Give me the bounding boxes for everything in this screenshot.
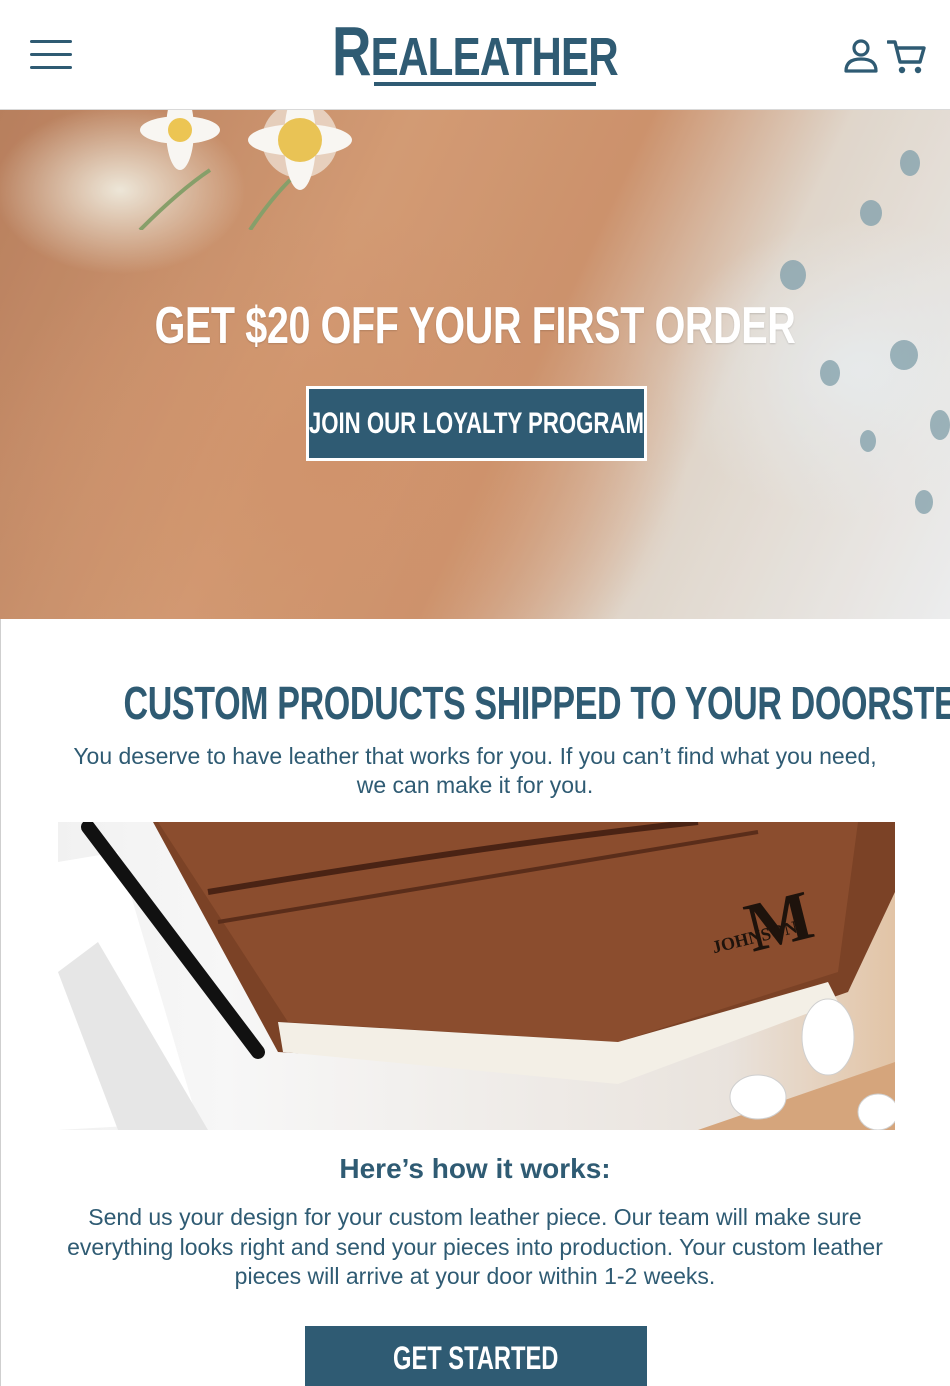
site-header: REALEATHER — [0, 0, 950, 110]
logo-text: EALEATHER — [370, 27, 619, 87]
hero-banner: GET $20 OFF YOUR FIRST ORDER JOIN OUR LO… — [0, 110, 950, 619]
get-started-button-label: GET STARTED — [393, 1339, 559, 1376]
user-icon[interactable] — [843, 38, 879, 74]
hamburger-menu-icon[interactable] — [30, 40, 72, 72]
join-loyalty-button[interactable]: JOIN OUR LOYALTY PROGRAM — [306, 386, 647, 461]
section-title: CUSTOM PRODUCTS SHIPPED TO YOUR DOORSTEP — [123, 677, 950, 729]
custom-notebook-image: M JOHNSON — [58, 822, 895, 1130]
section-intro: You deserve to have leather that works f… — [73, 743, 877, 798]
notebook-illustration: M JOHNSON — [58, 822, 895, 1130]
hero-overlay — [0, 110, 950, 619]
join-loyalty-button-label: JOIN OUR LOYALTY PROGRAM — [308, 406, 645, 440]
logo-initial: R — [332, 12, 371, 90]
how-it-works-text: Send us your design for your custom leat… — [67, 1204, 883, 1289]
cart-icon[interactable] — [887, 38, 927, 76]
how-it-works-title: Here’s how it works: — [339, 1153, 611, 1184]
hero-title: GET $20 OFF YOUR FIRST ORDER — [154, 297, 796, 355]
site-logo[interactable]: REALEATHER — [105, 16, 846, 90]
get-started-button[interactable]: GET STARTED — [305, 1326, 647, 1386]
logo-underline — [374, 82, 596, 86]
